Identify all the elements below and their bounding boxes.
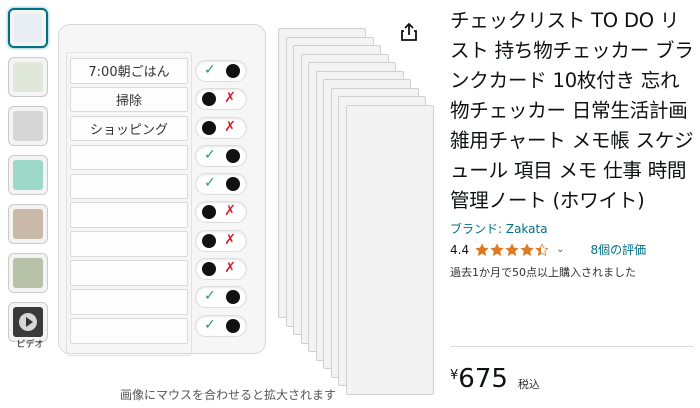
rating-row: 4.4 ⌄ 8個の評価 — [450, 241, 694, 258]
thumbnail[interactable] — [8, 155, 48, 195]
price-amount: 675 — [458, 364, 508, 394]
product-title: チェックリスト TO DO リスト 持ち物チェッカー ブランクカード 10枚付き… — [450, 9, 694, 212]
play-icon — [19, 313, 37, 331]
checklist-toggle: ✗ — [195, 258, 247, 281]
share-icon[interactable] — [400, 22, 418, 42]
price-currency: ¥ — [450, 368, 459, 383]
cross-icon: ✗ — [224, 203, 236, 220]
check-icon: ✓ — [204, 288, 216, 305]
video-label: ビデオ — [16, 340, 44, 350]
toggle-knob — [202, 262, 216, 277]
chevron-down-icon[interactable]: ⌄ — [556, 244, 564, 255]
thumbnail[interactable] — [8, 8, 48, 48]
toggle-knob — [226, 290, 240, 305]
checklist-toggle: ✓ — [195, 314, 247, 337]
thumbnail[interactable] — [8, 106, 48, 146]
checklist-toggle: ✓ — [195, 60, 247, 82]
thumbnail-image — [13, 111, 43, 141]
star-icon — [520, 242, 534, 256]
checklist-row: 掃除 — [70, 86, 188, 113]
checklist-row: 7:00朝ごはん — [70, 58, 188, 84]
cross-icon: ✗ — [224, 90, 236, 107]
thumbnail[interactable] — [8, 302, 48, 342]
checklist-row — [70, 318, 188, 344]
purchase-count: 過去1か月で50点以上購入されました — [450, 266, 636, 279]
star-icon — [505, 242, 519, 256]
checklist-toggles: ✓ ✗ ✗ ✓ ✓ ✗ ✗ ✗ ✓ ✓ — [195, 60, 247, 343]
checklist-row: ショッピング — [70, 115, 188, 142]
star-icon — [490, 242, 504, 256]
checklist-row — [70, 202, 188, 228]
cross-icon: ✗ — [224, 231, 236, 248]
checklist-rows: 7:00朝ごはん 掃除 ショッピング — [70, 58, 188, 347]
product-page: ビデオ 7:00朝ごはん 掃除 ショッピング ✓ ✗ ✗ ✓ ✓ ✗ ✗ ✗ ✓ ✓ 画像にマウスを合… — [0, 0, 700, 408]
thumbnail[interactable] — [8, 253, 48, 293]
checklist-toggle: ✓ — [195, 286, 247, 309]
checklist-toggle: ✗ — [195, 201, 247, 224]
thumbnail-image — [14, 14, 42, 42]
reviews-link[interactable]: 8個の評価 — [590, 241, 646, 258]
toggle-knob — [202, 233, 216, 248]
checklist-toggle: ✓ — [195, 173, 247, 196]
toggle-knob — [226, 318, 240, 333]
cross-icon: ✗ — [224, 118, 236, 135]
thumbnail[interactable] — [8, 57, 48, 97]
toggle-knob — [226, 177, 240, 192]
checklist-toggle: ✗ — [195, 116, 247, 139]
check-icon: ✓ — [204, 146, 216, 163]
toggle-knob — [202, 120, 216, 135]
toggle-knob — [202, 92, 216, 107]
check-icon: ✓ — [204, 62, 216, 78]
checklist-row — [70, 260, 188, 286]
toggle-knob — [226, 148, 240, 163]
brand-link[interactable]: ブランド: Zakata — [450, 220, 694, 237]
thumbnail-list — [8, 8, 52, 351]
star-rating[interactable] — [475, 242, 550, 257]
checklist-toggle: ✓ — [195, 144, 247, 167]
thumbnail-image — [13, 258, 43, 288]
rating-value: 4.4 — [450, 242, 470, 257]
star-icon — [475, 242, 489, 256]
blank-card — [345, 104, 434, 395]
toggle-knob — [226, 64, 240, 78]
product-info: チェックリスト TO DO リスト 持ち物チェッカー ブランクカード 10枚付き… — [450, 6, 694, 280]
toggle-knob — [202, 205, 216, 220]
checklist-row — [70, 289, 188, 315]
blank-cards-stack — [278, 28, 438, 395]
checklist-toggle: ✗ — [195, 229, 247, 252]
check-icon: ✓ — [204, 316, 216, 333]
price: ¥ 675 税込 — [450, 364, 540, 394]
price-tax: 税込 — [517, 378, 540, 391]
checklist-toggle: ✗ — [195, 88, 247, 111]
star-icon — [535, 242, 549, 256]
divider — [450, 346, 694, 347]
thumbnail-image — [13, 160, 43, 190]
zoom-hint: 画像にマウスを合わせると拡大されます — [120, 388, 337, 402]
thumbnail-image — [13, 62, 43, 92]
checklist-row — [70, 144, 188, 171]
checklist-row — [70, 231, 188, 257]
checklist-row — [70, 173, 188, 200]
thumbnail[interactable] — [8, 204, 48, 244]
check-icon: ✓ — [204, 175, 216, 192]
thumbnail-image — [13, 209, 43, 239]
cross-icon: ✗ — [224, 260, 236, 277]
